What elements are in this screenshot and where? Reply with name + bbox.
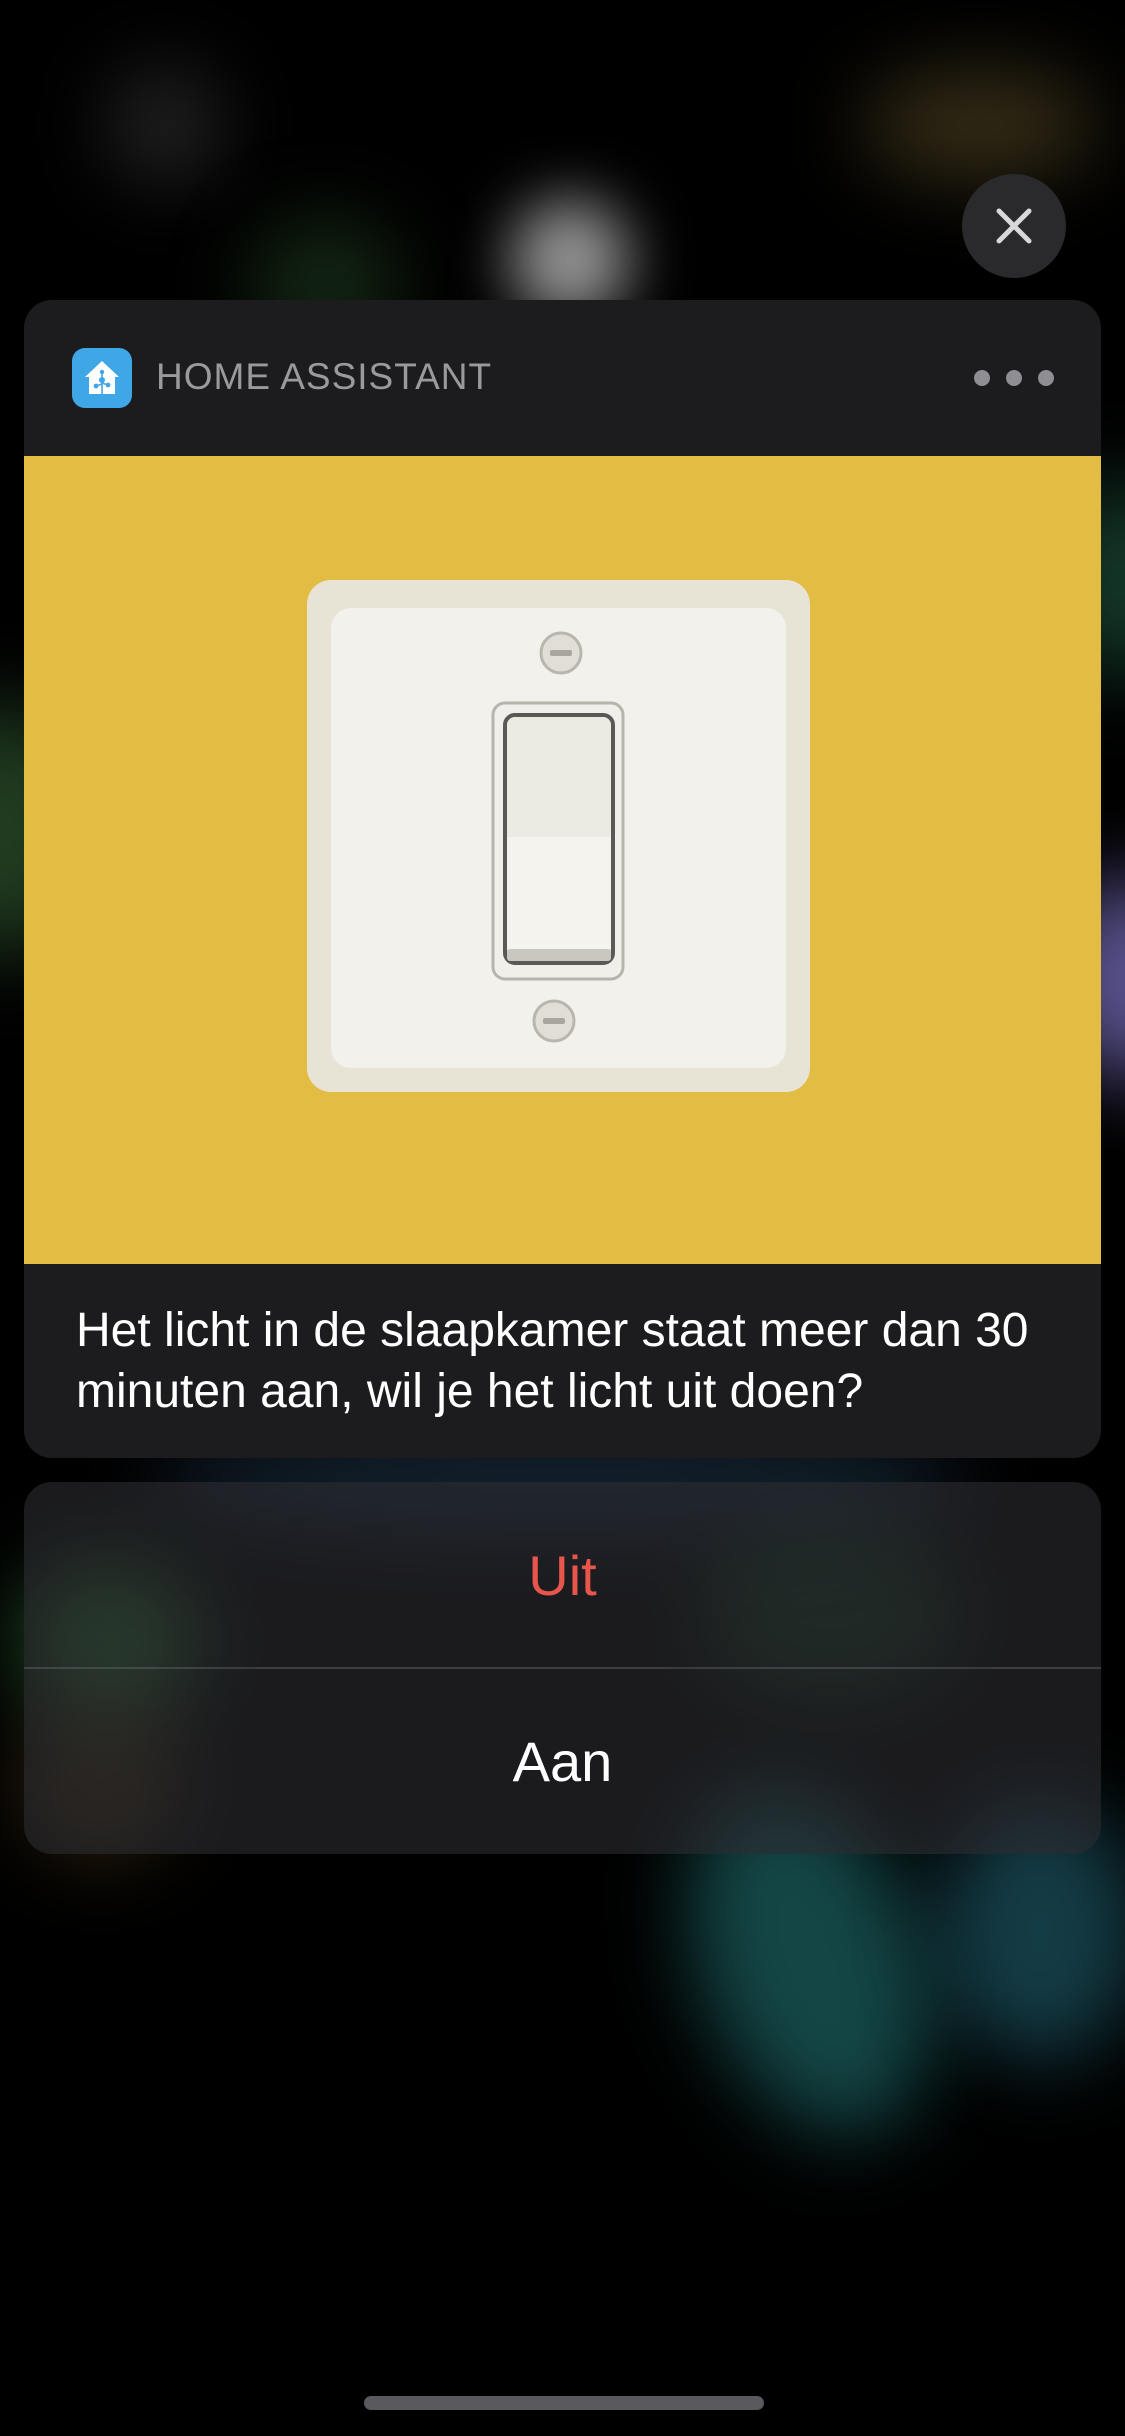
notification-message: Het licht in de slaapkamer staat meer da… — [76, 1304, 1029, 1418]
close-button[interactable] — [962, 174, 1066, 278]
action-aan-button[interactable]: Aan — [24, 1668, 1101, 1854]
notification-screen: HOME ASSISTANT Het licht in de slaapkame… — [0, 0, 1125, 2436]
notification-image — [24, 456, 1101, 1264]
background-blur — [860, 70, 1100, 180]
more-options-icon[interactable] — [974, 362, 1054, 394]
notification-card[interactable]: HOME ASSISTANT Het licht in de slaapkame… — [24, 300, 1101, 1458]
background-blur — [110, 70, 220, 180]
light-switch-illustration — [307, 580, 810, 1092]
home-indicator[interactable] — [364, 2396, 764, 2410]
close-icon — [996, 208, 1032, 244]
home-assistant-icon — [72, 348, 132, 408]
app-name: HOME ASSISTANT — [156, 356, 493, 397]
notification-actions: Uit Aan — [24, 1482, 1101, 1854]
notification-header: HOME ASSISTANT — [24, 300, 1101, 456]
action-uit-button[interactable]: Uit — [24, 1482, 1101, 1668]
